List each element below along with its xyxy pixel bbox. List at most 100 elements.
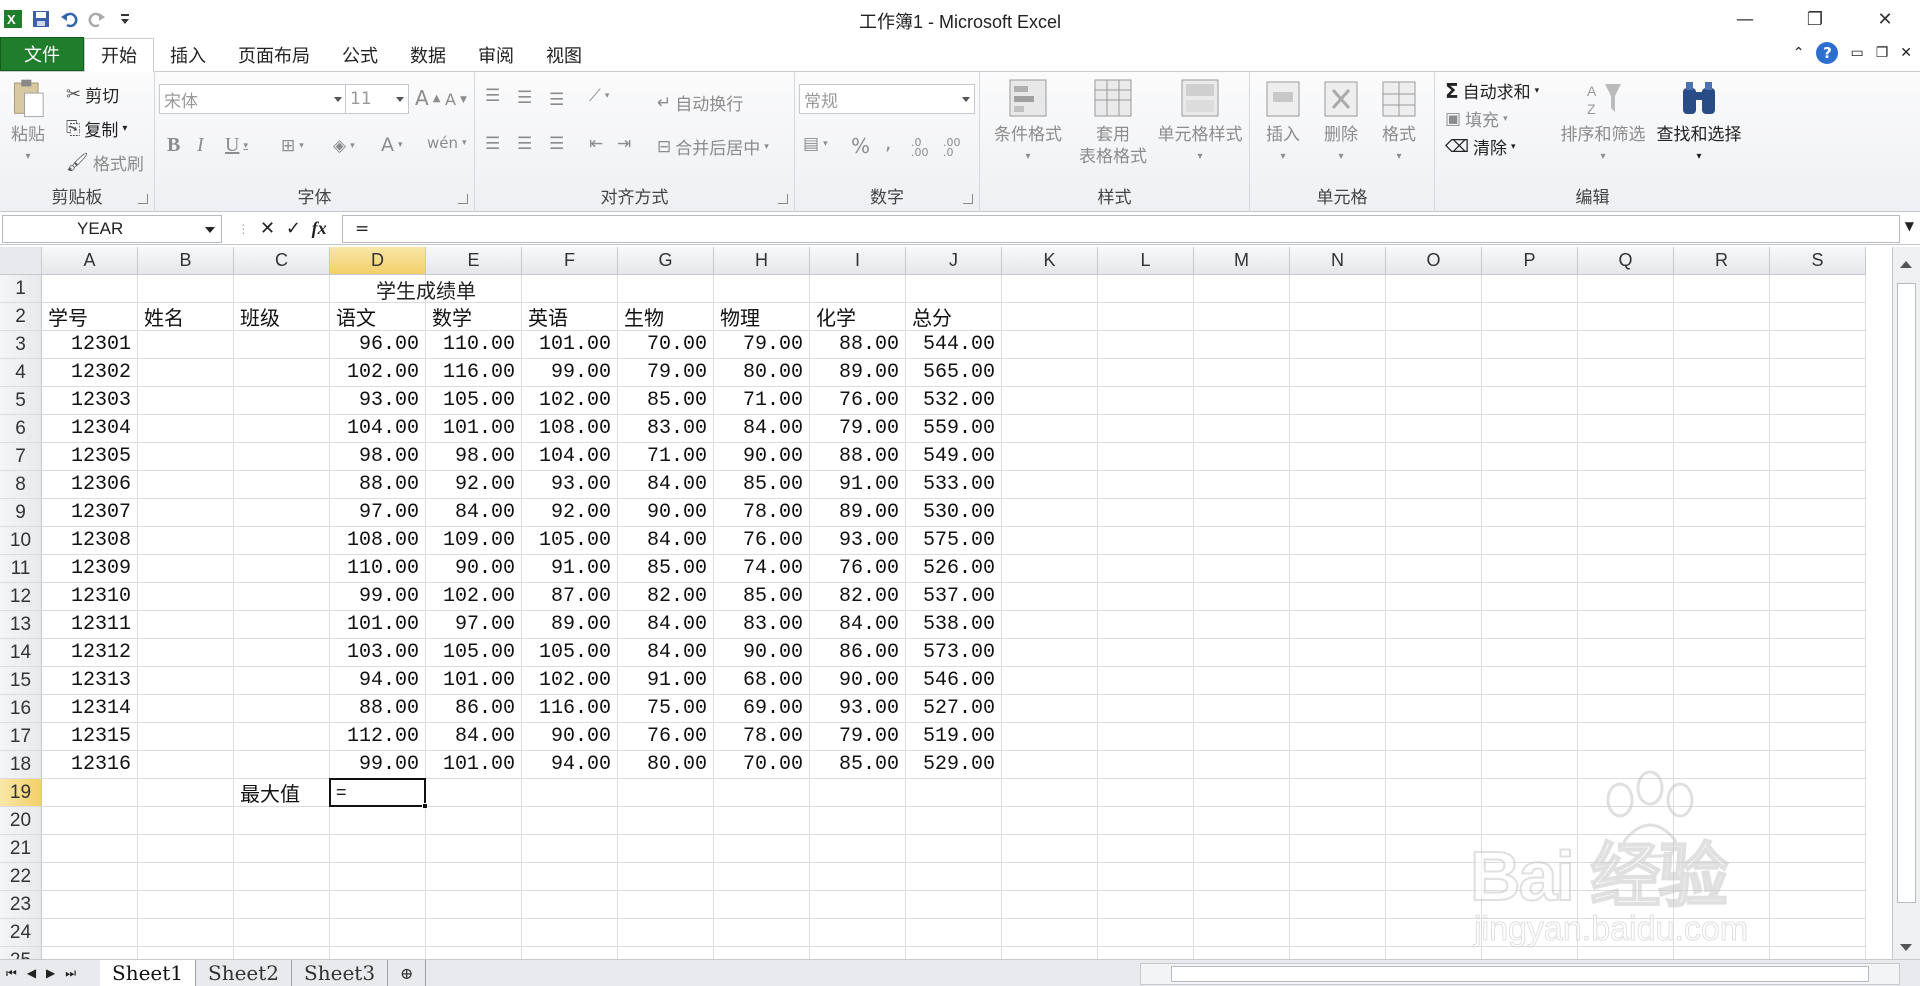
cell-g25[interactable]: [618, 947, 714, 959]
cell-f23[interactable]: [522, 891, 618, 919]
row-header-7[interactable]: 7: [0, 443, 42, 471]
cell-h9[interactable]: 78.00: [714, 499, 810, 527]
cell-e16[interactable]: 86.00: [426, 695, 522, 723]
cell-n8[interactable]: [1290, 471, 1386, 499]
cell-a3[interactable]: 12301: [42, 331, 138, 359]
cell-k11[interactable]: [1002, 555, 1098, 583]
cell-r11[interactable]: [1674, 555, 1770, 583]
accounting-format-button[interactable]: ▤ ▾: [803, 134, 828, 154]
cell-b23[interactable]: [138, 891, 234, 919]
cell-i23[interactable]: [810, 891, 906, 919]
cell-d14[interactable]: 103.00: [330, 639, 426, 667]
cell-p21[interactable]: [1482, 835, 1578, 863]
cell-s17[interactable]: [1770, 723, 1866, 751]
cell-c5[interactable]: [234, 387, 330, 415]
cell-p24[interactable]: [1482, 919, 1578, 947]
align-bottom-button[interactable]: ☰: [549, 90, 564, 110]
cell-d20[interactable]: [330, 807, 426, 835]
cell-p23[interactable]: [1482, 891, 1578, 919]
cell-a19[interactable]: [42, 779, 138, 807]
cell-l23[interactable]: [1098, 891, 1194, 919]
column-header-b[interactable]: B: [138, 247, 234, 275]
column-header-e[interactable]: E: [426, 247, 522, 275]
cell-i22[interactable]: [810, 863, 906, 891]
cell-s9[interactable]: [1770, 499, 1866, 527]
cell-r20[interactable]: [1674, 807, 1770, 835]
cell-o5[interactable]: [1386, 387, 1482, 415]
column-header-i[interactable]: I: [810, 247, 906, 275]
cell-g15[interactable]: 91.00: [618, 667, 714, 695]
tab-review[interactable]: 审阅: [462, 39, 530, 71]
column-header-d[interactable]: D: [330, 247, 426, 275]
cell-k17[interactable]: [1002, 723, 1098, 751]
row-header-12[interactable]: 12: [0, 583, 42, 611]
excel-icon[interactable]: X: [2, 8, 24, 30]
header-cell[interactable]: 语文: [330, 303, 426, 331]
cell-h22[interactable]: [714, 863, 810, 891]
cell-c17[interactable]: [234, 723, 330, 751]
cell-n4[interactable]: [1290, 359, 1386, 387]
cell-q3[interactable]: [1578, 331, 1674, 359]
cell-m7[interactable]: [1194, 443, 1290, 471]
cell-o24[interactable]: [1386, 919, 1482, 947]
delete-cells-button[interactable]: 删除 ▾: [1316, 78, 1366, 168]
cell-k4[interactable]: [1002, 359, 1098, 387]
sheet-tab-sheet3[interactable]: Sheet3: [292, 960, 389, 986]
cell-e13[interactable]: 97.00: [426, 611, 522, 639]
cell-q22[interactable]: [1578, 863, 1674, 891]
cell-s21[interactable]: [1770, 835, 1866, 863]
cell-f16[interactable]: 116.00: [522, 695, 618, 723]
cell-e3[interactable]: 110.00: [426, 331, 522, 359]
fill-color-button[interactable]: ◈ ▾: [333, 136, 355, 156]
cell-f7[interactable]: 104.00: [522, 443, 618, 471]
cell-l5[interactable]: [1098, 387, 1194, 415]
cell-j5[interactable]: 532.00: [906, 387, 1002, 415]
cell-k24[interactable]: [1002, 919, 1098, 947]
cell-d8[interactable]: 88.00: [330, 471, 426, 499]
cell-f22[interactable]: [522, 863, 618, 891]
formula-input[interactable]: =: [342, 214, 1900, 243]
cell-m11[interactable]: [1194, 555, 1290, 583]
cell-b8[interactable]: [138, 471, 234, 499]
header-cell[interactable]: 学号: [42, 303, 138, 331]
cell-f10[interactable]: 105.00: [522, 527, 618, 555]
cell-n18[interactable]: [1290, 751, 1386, 779]
cell-n1[interactable]: [1290, 275, 1386, 303]
row-header-11[interactable]: 11: [0, 555, 42, 583]
cell-h12[interactable]: 85.00: [714, 583, 810, 611]
cell-q11[interactable]: [1578, 555, 1674, 583]
cell-m18[interactable]: [1194, 751, 1290, 779]
cell-c18[interactable]: [234, 751, 330, 779]
cell-s14[interactable]: [1770, 639, 1866, 667]
cell-s11[interactable]: [1770, 555, 1866, 583]
cell-o19[interactable]: [1386, 779, 1482, 807]
cell-j21[interactable]: [906, 835, 1002, 863]
cell-d9[interactable]: 97.00: [330, 499, 426, 527]
cell-e8[interactable]: 92.00: [426, 471, 522, 499]
cell-g7[interactable]: 71.00: [618, 443, 714, 471]
cell-c10[interactable]: [234, 527, 330, 555]
cell-f19[interactable]: [522, 779, 618, 807]
cell-j14[interactable]: 573.00: [906, 639, 1002, 667]
header-cell[interactable]: 数学: [426, 303, 522, 331]
cell-r22[interactable]: [1674, 863, 1770, 891]
align-right-button[interactable]: ☰: [549, 134, 564, 154]
cell-s4[interactable]: [1770, 359, 1866, 387]
cell-b16[interactable]: [138, 695, 234, 723]
prev-sheet-icon[interactable]: ◀: [27, 966, 36, 981]
clipboard-launcher-icon[interactable]: [138, 194, 148, 204]
cell-a23[interactable]: [42, 891, 138, 919]
cell-f15[interactable]: 102.00: [522, 667, 618, 695]
cell-r19[interactable]: [1674, 779, 1770, 807]
cut-button[interactable]: ✂ 剪切: [66, 82, 119, 107]
cell-n3[interactable]: [1290, 331, 1386, 359]
cell-n24[interactable]: [1290, 919, 1386, 947]
cell-d25[interactable]: [330, 947, 426, 959]
cell-k13[interactable]: [1002, 611, 1098, 639]
restore-button[interactable]: ❐: [1780, 0, 1850, 38]
cell-a21[interactable]: [42, 835, 138, 863]
cell-q20[interactable]: [1578, 807, 1674, 835]
align-center-button[interactable]: ☰: [517, 134, 532, 154]
cell-p3[interactable]: [1482, 331, 1578, 359]
cell-m16[interactable]: [1194, 695, 1290, 723]
